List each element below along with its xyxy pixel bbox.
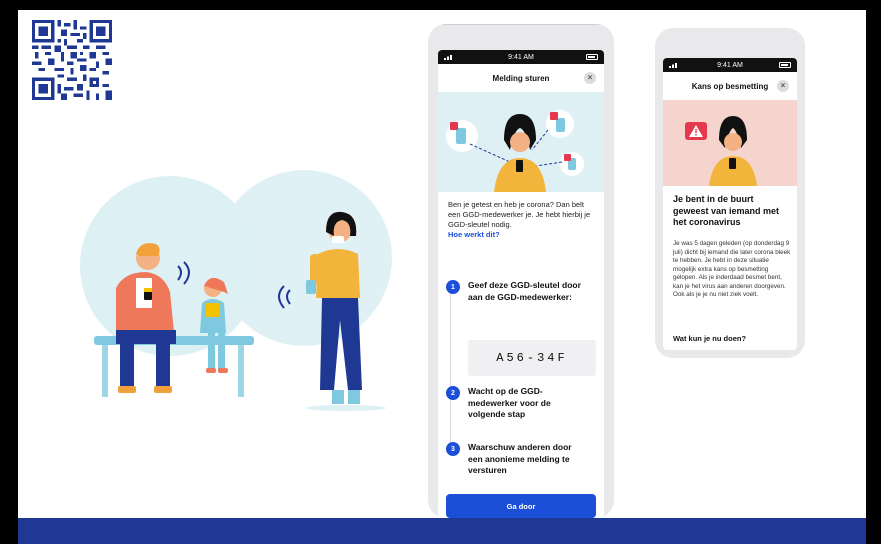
qr-code-icon: [32, 20, 112, 100]
step-number: 2: [446, 386, 460, 400]
nav-bar: Melding sturen ×: [438, 64, 604, 92]
signal-icon: [669, 63, 677, 68]
hero-illustration: [663, 100, 797, 186]
phone-screen: 9:41 AM Kans op besmetting × Je bent in …: [663, 58, 797, 350]
continue-button[interactable]: Ga door: [446, 494, 596, 518]
step-3: 3 Waarschuw anderen door een anonieme me…: [446, 442, 586, 477]
step-2: 2 Wacht op de GGD-medewerker voor de vol…: [446, 386, 586, 421]
phone-melding-sturen: 9:41 AM Melding sturen × Ben je getest e…: [428, 24, 614, 518]
step-1: 1 Geef deze GGD-sleutel door aan de GGD-…: [446, 280, 586, 303]
step-text: Wacht op de GGD-medewerker voor de volge…: [468, 386, 551, 419]
step-number: 3: [446, 442, 460, 456]
battery-icon: [586, 54, 598, 60]
close-icon[interactable]: ×: [584, 72, 596, 84]
signal-icon: [444, 55, 452, 60]
battery-icon: [779, 62, 791, 68]
presentation-frame: 9:41 AM Melding sturen × Ben je getest e…: [0, 0, 881, 544]
hero-illustration: [438, 92, 604, 192]
step-text: Geef deze GGD-sleutel door aan de GGD-me…: [468, 280, 581, 302]
phone-screen: 9:41 AM Melding sturen × Ben je getest e…: [438, 50, 604, 518]
status-bar: 9:41 AM: [663, 58, 797, 72]
intro-paragraph: Ben je getest en heb je corona? Dan belt…: [448, 200, 591, 229]
how-it-works-link[interactable]: Hoe werkt dit?: [448, 230, 596, 240]
what-to-do-heading: Wat kun je nu doen?: [673, 334, 747, 343]
status-bar: 9:41 AM: [438, 50, 604, 64]
screen-title: Melding sturen: [492, 73, 550, 83]
step-number: 1: [446, 280, 460, 294]
people-illustration: [80, 170, 392, 411]
nav-bar: Kans op besmetting ×: [663, 72, 797, 100]
close-icon[interactable]: ×: [777, 80, 789, 92]
footer-bar: [18, 518, 866, 544]
phone-kans-op-besmetting: 9:41 AM Kans op besmetting × Je bent in …: [655, 28, 805, 358]
step-text: Waarschuw anderen door een anonieme meld…: [468, 442, 572, 475]
slide: 9:41 AM Melding sturen × Ben je getest e…: [18, 10, 866, 518]
alert-heading: Je bent in de buurt geweest van iemand m…: [673, 194, 780, 227]
steps-connector: [450, 286, 451, 454]
screen-title: Kans op besmetting: [691, 81, 769, 91]
alert-body: Je was 5 dagen geleden (op donderdag 9 j…: [673, 240, 791, 298]
status-time: 9:41 AM: [508, 53, 534, 61]
divider: [428, 24, 614, 25]
status-time: 9:41 AM: [717, 61, 743, 69]
intro-text: Ben je getest en heb je corona? Dan belt…: [448, 200, 596, 240]
ggd-key-code: A56-34F: [468, 340, 596, 376]
